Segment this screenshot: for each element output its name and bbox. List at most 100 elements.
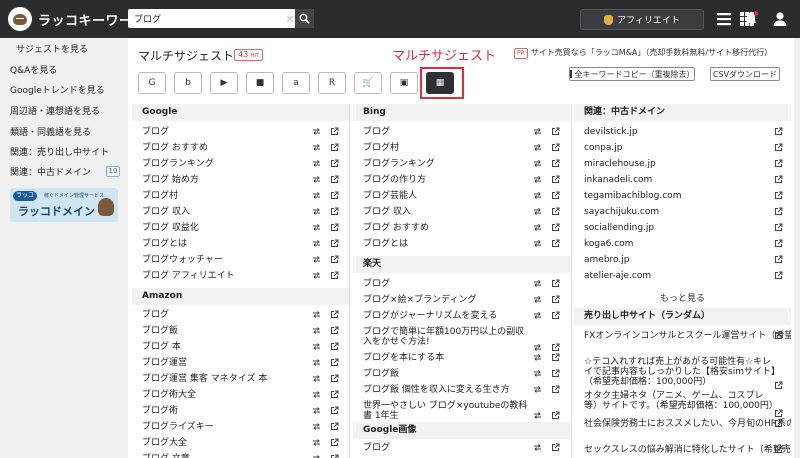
pr-link[interactable]: PR サイト売買なら「ラッコM&A」（売却手数料無料/サイト移行代行） <box>514 47 772 59</box>
external-link-icon[interactable] <box>330 271 339 280</box>
logo[interactable]: ラッコキーワード <box>8 6 146 32</box>
swap-icon[interactable] <box>312 374 321 383</box>
keyword-row[interactable]: 世界一やさしい ブログ×youtubeの教科書 1年生 <box>353 401 570 421</box>
keyword-row[interactable]: ブログ アフィリエイト <box>132 271 349 287</box>
keyword-row[interactable]: ブログ術 <box>132 406 349 422</box>
search-input[interactable] <box>134 11 284 26</box>
swap-icon[interactable] <box>533 191 542 200</box>
external-link-icon[interactable] <box>551 443 560 452</box>
domain-row[interactable]: devilstick.jp <box>574 127 791 143</box>
swap-icon[interactable] <box>533 295 542 304</box>
sidebar-item-sites-for-sale[interactable]: 関連：売り出し中サイト <box>10 145 109 159</box>
swap-icon[interactable] <box>312 422 321 431</box>
site-sale-row[interactable]: オタク主婦ネタ（アニメ、ゲーム、コスプレ等）サイトです。（希望売却価格：100,… <box>574 391 791 419</box>
swap-icon[interactable] <box>312 271 321 280</box>
external-link-icon[interactable] <box>330 255 339 264</box>
external-link-icon[interactable] <box>330 422 339 431</box>
external-link-icon[interactable] <box>551 369 560 378</box>
external-link-icon[interactable] <box>330 175 339 184</box>
keyword-row[interactable]: ブログライズキー <box>132 422 349 438</box>
external-link-icon[interactable] <box>551 385 560 394</box>
keyword-row[interactable]: ブログ 収入 <box>353 207 570 223</box>
external-link-icon[interactable] <box>774 191 783 200</box>
external-link-icon[interactable] <box>774 255 783 264</box>
external-link-icon[interactable] <box>774 207 783 216</box>
swap-icon[interactable] <box>533 159 542 168</box>
external-link-icon[interactable] <box>774 127 783 136</box>
external-link-icon[interactable] <box>551 411 560 420</box>
swap-icon[interactable] <box>312 342 321 351</box>
external-link-icon[interactable] <box>330 454 339 458</box>
keyword-row[interactable]: ブログ <box>353 443 570 458</box>
keyword-row[interactable]: ブログとは <box>353 239 570 255</box>
swap-icon[interactable] <box>533 175 542 184</box>
external-link-icon[interactable] <box>774 271 783 280</box>
keyword-row[interactable]: ブログ <box>132 127 349 143</box>
swap-icon[interactable] <box>533 127 542 136</box>
csv-download-button[interactable]: CSVダウンロード <box>710 67 780 81</box>
keyword-row[interactable]: ブログがジャーナリズムを変える <box>353 311 570 327</box>
swap-icon[interactable] <box>312 143 321 152</box>
external-link-icon[interactable] <box>330 143 339 152</box>
keyword-row[interactable]: ブログ運営 集客 マネタイズ 本 <box>132 374 349 390</box>
domain-row[interactable]: miraclehouse.jp <box>574 159 791 175</box>
show-more-link[interactable]: もっと見る <box>574 291 791 304</box>
keyword-row[interactable]: ブログ村 <box>353 143 570 159</box>
external-link-icon[interactable] <box>330 127 339 136</box>
swap-icon[interactable] <box>312 207 321 216</box>
domain-row[interactable]: koga6.com <box>574 239 791 255</box>
sidebar-item-trends[interactable]: Googleトレンドを見る <box>10 83 105 97</box>
swap-icon[interactable] <box>533 311 542 320</box>
keyword-row[interactable]: ブログ飯 <box>353 369 570 385</box>
engine-google-button[interactable]: G <box>138 72 166 94</box>
domain-row[interactable]: amebro.jp <box>574 255 791 271</box>
external-link-icon[interactable] <box>774 143 783 152</box>
external-link-icon[interactable] <box>330 223 339 232</box>
site-sale-row[interactable]: ☆テコ入れすれば売上があがる可能性有☆キレイで記事内容もしっかりした【格安sim… <box>574 357 791 391</box>
external-link-icon[interactable] <box>330 326 339 335</box>
external-link-icon[interactable] <box>330 390 339 399</box>
engine-rakuten-button[interactable]: R <box>318 72 346 94</box>
keyword-row[interactable]: ブログランキング <box>132 159 349 175</box>
affiliate-button[interactable]: アフィリエイト <box>580 9 704 30</box>
keyword-row[interactable]: ブログ運営 <box>132 358 349 374</box>
keyword-row[interactable]: ブログ 始め方 <box>132 175 349 191</box>
keyword-row[interactable]: ブログ 収入 <box>132 207 349 223</box>
swap-icon[interactable] <box>312 191 321 200</box>
external-link-icon[interactable] <box>774 239 783 248</box>
external-link-icon[interactable] <box>551 127 560 136</box>
external-link-icon[interactable] <box>774 159 783 168</box>
keyword-row[interactable]: ブログで簡単に年額100万円以上の副収入をかせぐ方法! <box>353 327 570 353</box>
keyword-row[interactable]: ブログ 文章 <box>132 454 349 458</box>
external-link-icon[interactable] <box>330 310 339 319</box>
domain-row[interactable]: conpa.jp <box>574 143 791 159</box>
swap-icon[interactable] <box>533 279 542 288</box>
external-link-icon[interactable] <box>774 331 783 340</box>
swap-icon[interactable] <box>312 255 321 264</box>
bell-icon[interactable] <box>743 11 759 27</box>
site-sale-row[interactable]: FXオンラインコンサルとスクール運営サイト（希望売却価格：3,000,000円） <box>574 331 791 357</box>
external-link-icon[interactable] <box>551 143 560 152</box>
external-link-icon[interactable] <box>330 342 339 351</box>
external-link-icon[interactable] <box>774 445 783 454</box>
engine-amazon-button[interactable]: a <box>282 72 310 94</box>
external-link-icon[interactable] <box>551 353 560 362</box>
keyword-row[interactable]: ブログ×絵×ブランディング <box>353 295 570 311</box>
external-link-icon[interactable] <box>551 311 560 320</box>
sidebar-item-suggest[interactable]: サジェストを見る <box>16 42 88 56</box>
engine-bing-button[interactable]: b <box>174 72 202 94</box>
keyword-row[interactable]: ブログ飯 <box>132 326 349 342</box>
external-link-icon[interactable] <box>330 438 339 447</box>
external-link-icon[interactable] <box>551 295 560 304</box>
keyword-row[interactable]: ブログ術大全 <box>132 390 349 406</box>
swap-icon[interactable] <box>312 438 321 447</box>
external-link-icon[interactable] <box>551 223 560 232</box>
keyword-row[interactable]: ブログ 収益化 <box>132 223 349 239</box>
external-link-icon[interactable] <box>774 175 783 184</box>
swap-icon[interactable] <box>533 443 542 452</box>
keyword-row[interactable]: ブログ おすすめ <box>353 223 570 239</box>
domain-row[interactable]: sociallending.jp <box>574 223 791 239</box>
keyword-row[interactable]: ブログウォッチャー <box>132 255 349 271</box>
swap-icon[interactable] <box>312 326 321 335</box>
keyword-row[interactable]: ブログ飯 個性を収入に変える生き方 <box>353 385 570 401</box>
